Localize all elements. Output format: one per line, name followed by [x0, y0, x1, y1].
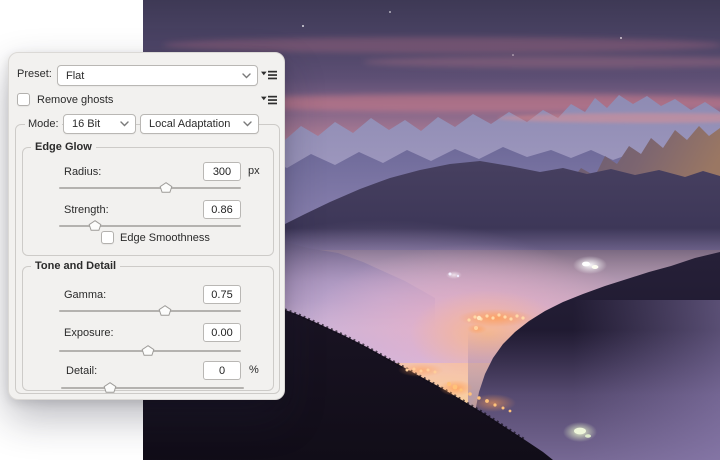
- tone-detail-legend: Tone and Detail: [31, 260, 121, 272]
- preset-select[interactable]: Flat: [57, 65, 258, 86]
- strength-label: Strength:: [64, 204, 109, 216]
- exposure-input[interactable]: [203, 323, 241, 342]
- preset-select-value: Flat: [66, 69, 85, 82]
- gamma-slider-track: [59, 310, 241, 312]
- screenshot-root: Preset: Flat Remove ghosts Mode: 16 Bit …: [0, 0, 720, 460]
- radius-input[interactable]: [203, 162, 241, 181]
- exposure-slider[interactable]: [59, 345, 241, 356]
- hdr-toning-dialog: Preset: Flat Remove ghosts Mode: 16 Bit …: [8, 52, 285, 400]
- strength-slider[interactable]: [59, 220, 241, 231]
- radius-slider[interactable]: [59, 182, 241, 193]
- strength-input[interactable]: [203, 200, 241, 219]
- remove-ghosts-menu-icon[interactable]: [261, 94, 277, 106]
- gamma-slider[interactable]: [59, 305, 241, 316]
- remove-ghosts-checkbox[interactable]: [17, 93, 30, 106]
- detail-slider[interactable]: [61, 382, 244, 393]
- preset-label: Preset:: [17, 68, 52, 80]
- gamma-input[interactable]: [203, 285, 241, 304]
- detail-slider-thumb[interactable]: [104, 382, 117, 393]
- detail-slider-track: [61, 387, 244, 389]
- radius-label: Radius:: [64, 166, 102, 178]
- gamma-slider-thumb[interactable]: [158, 305, 171, 316]
- strength-slider-thumb[interactable]: [88, 220, 102, 231]
- chevron-down-icon: [243, 121, 252, 127]
- detail-input[interactable]: [203, 361, 241, 380]
- detail-label: Detail:: [66, 365, 98, 377]
- mode-label: Mode:: [25, 118, 62, 131]
- radius-slider-track: [59, 187, 241, 189]
- edge-glow-legend: Edge Glow: [31, 141, 96, 153]
- radius-unit: px: [248, 165, 260, 177]
- strength-slider-track: [59, 225, 241, 227]
- edge-smoothness-label: Edge Smoothness: [120, 232, 210, 244]
- exposure-label: Exposure:: [64, 327, 114, 339]
- remove-ghosts-label: Remove ghosts: [37, 94, 114, 106]
- gamma-label: Gamma:: [64, 289, 107, 301]
- mode-bit-depth-value: 16 Bit: [72, 118, 101, 130]
- mode-bit-depth-select[interactable]: 16 Bit: [63, 114, 136, 134]
- chevron-down-icon: [242, 72, 251, 78]
- chevron-down-icon: [120, 121, 129, 127]
- edge-smoothness-checkbox[interactable]: [101, 231, 114, 244]
- mode-method-select[interactable]: Local Adaptation: [140, 114, 259, 134]
- detail-unit: %: [249, 364, 259, 376]
- mode-method-value: Local Adaptation: [149, 118, 231, 130]
- exposure-slider-thumb[interactable]: [141, 345, 155, 356]
- radius-slider-thumb[interactable]: [159, 182, 173, 193]
- preset-menu-icon[interactable]: [261, 69, 277, 81]
